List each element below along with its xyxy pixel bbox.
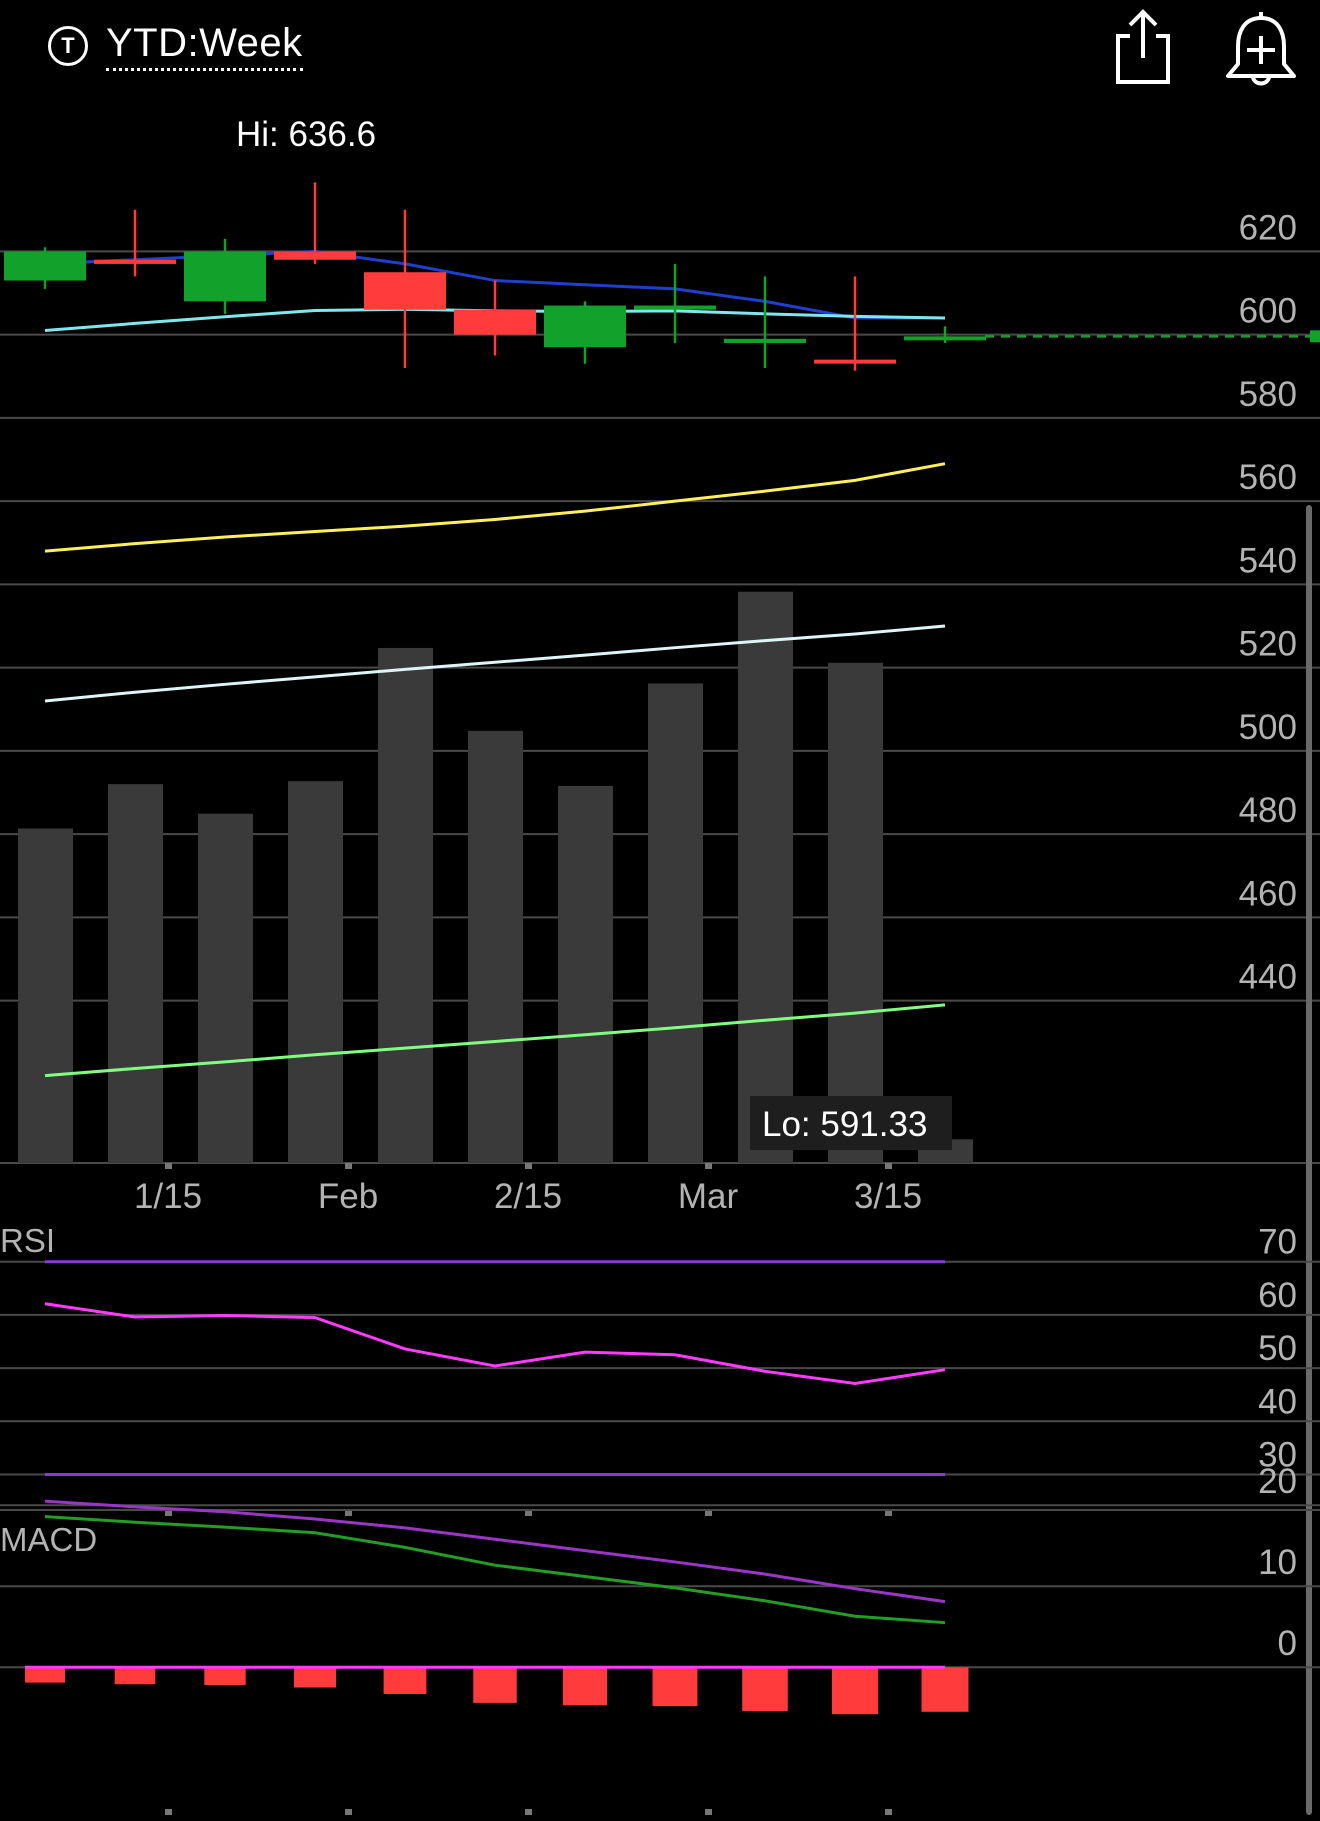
candle-body xyxy=(544,305,626,348)
price-tick-label: 520 xyxy=(1239,625,1297,664)
macd-histogram-bar xyxy=(204,1667,246,1686)
volume-bar xyxy=(738,591,793,1163)
candle-body xyxy=(274,251,356,260)
date-tick-mark xyxy=(165,1163,172,1169)
macd-histogram-bar xyxy=(742,1667,788,1711)
date-tick-mark xyxy=(525,1163,532,1169)
macd-histogram-bar xyxy=(25,1667,65,1683)
macd-title: MACD xyxy=(0,1521,97,1558)
date-tick-mark xyxy=(885,1809,892,1815)
volume-bar xyxy=(288,781,343,1163)
lo-label: Lo: 591.33 xyxy=(762,1105,927,1144)
candle-body xyxy=(724,338,806,343)
macd-histogram-bar xyxy=(652,1667,698,1707)
volume-bar xyxy=(468,730,523,1163)
rsi-tick-label: 40 xyxy=(1258,1382,1297,1421)
macd-signal-line xyxy=(44,1515,946,1625)
date-tick-label: Feb xyxy=(318,1177,378,1216)
rsi-title: RSI xyxy=(0,1222,55,1259)
rsi-tick-label: 60 xyxy=(1258,1276,1297,1315)
price-tick-label: 500 xyxy=(1239,708,1297,747)
macd-tick-label: 20 xyxy=(1258,1462,1297,1501)
date-tick-mark xyxy=(705,1163,712,1169)
price-tick-label: 540 xyxy=(1239,541,1297,580)
price-tick-label: 480 xyxy=(1239,791,1297,830)
volume-bar xyxy=(648,683,703,1163)
price-tick-label: 620 xyxy=(1239,208,1297,247)
date-tick-mark xyxy=(705,1809,712,1815)
candle-body xyxy=(94,259,176,264)
rsi-tick-label: 70 xyxy=(1258,1223,1297,1262)
volume-bar xyxy=(198,813,253,1163)
candle-body xyxy=(634,305,716,310)
volume-bar xyxy=(18,828,73,1163)
date-tick-mark xyxy=(165,1809,172,1815)
stock-chart: 620600580560540520500480460440Hi: 636.6L… xyxy=(0,115,1320,1815)
price-tick-label: 460 xyxy=(1239,874,1297,913)
moving-average-line xyxy=(44,624,946,703)
candle-body xyxy=(4,251,86,281)
candle-body xyxy=(184,251,266,302)
price-tick-label: 560 xyxy=(1239,458,1297,497)
date-tick-label: 2/15 xyxy=(494,1177,562,1216)
candle-body xyxy=(364,272,446,310)
hi-label: Hi: 636.6 xyxy=(236,115,376,154)
date-tick-mark xyxy=(345,1809,352,1815)
volume-bar xyxy=(558,785,613,1163)
macd-histogram-bar xyxy=(293,1667,337,1688)
date-tick-label: 1/15 xyxy=(134,1177,202,1216)
price-tick-label: 440 xyxy=(1239,958,1297,997)
candle-body xyxy=(904,336,986,341)
rsi-tick-label: 50 xyxy=(1258,1329,1297,1368)
macd-histogram-bar xyxy=(921,1667,969,1712)
date-tick-mark xyxy=(525,1809,532,1815)
price-tick-label: 580 xyxy=(1239,375,1297,414)
date-tick-mark xyxy=(345,1163,352,1169)
candle-body xyxy=(454,309,536,335)
candle-body xyxy=(814,359,896,364)
date-tick-mark xyxy=(885,1163,892,1169)
moving-average-line xyxy=(44,462,946,553)
scrollbar xyxy=(1306,505,1312,1815)
macd-histogram-bar xyxy=(114,1667,156,1685)
date-tick-label: Mar xyxy=(678,1177,739,1216)
volume-bar xyxy=(378,647,433,1163)
macd-histogram-bar xyxy=(383,1667,427,1694)
macd-histogram-bar xyxy=(831,1667,879,1715)
macd-tick-label: 10 xyxy=(1258,1543,1297,1582)
macd-tick-label: 0 xyxy=(1278,1624,1297,1663)
last-price-marker xyxy=(1310,330,1320,343)
volume-bar xyxy=(108,784,163,1163)
date-tick-label: 3/15 xyxy=(854,1177,922,1216)
volume-bar xyxy=(828,662,883,1163)
price-tick-label: 600 xyxy=(1239,292,1297,331)
macd-histogram-bar xyxy=(562,1667,608,1706)
macd-histogram-bar xyxy=(473,1667,517,1703)
